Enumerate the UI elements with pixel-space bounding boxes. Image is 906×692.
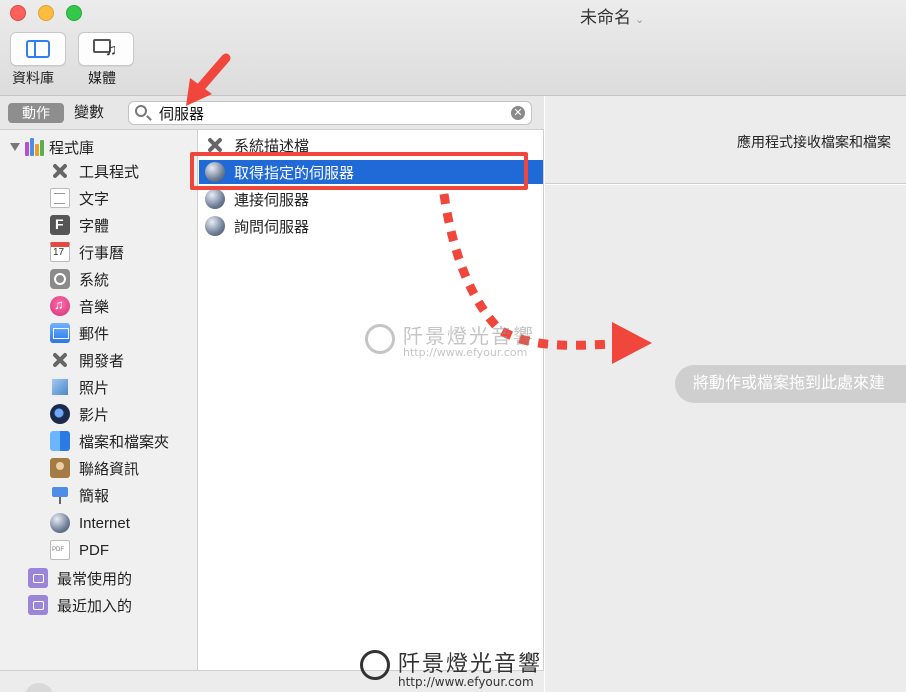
- pointer-arrow: [186, 53, 231, 106]
- watermark-logo-icon: [360, 650, 390, 680]
- watermark-logo-icon: [365, 324, 395, 354]
